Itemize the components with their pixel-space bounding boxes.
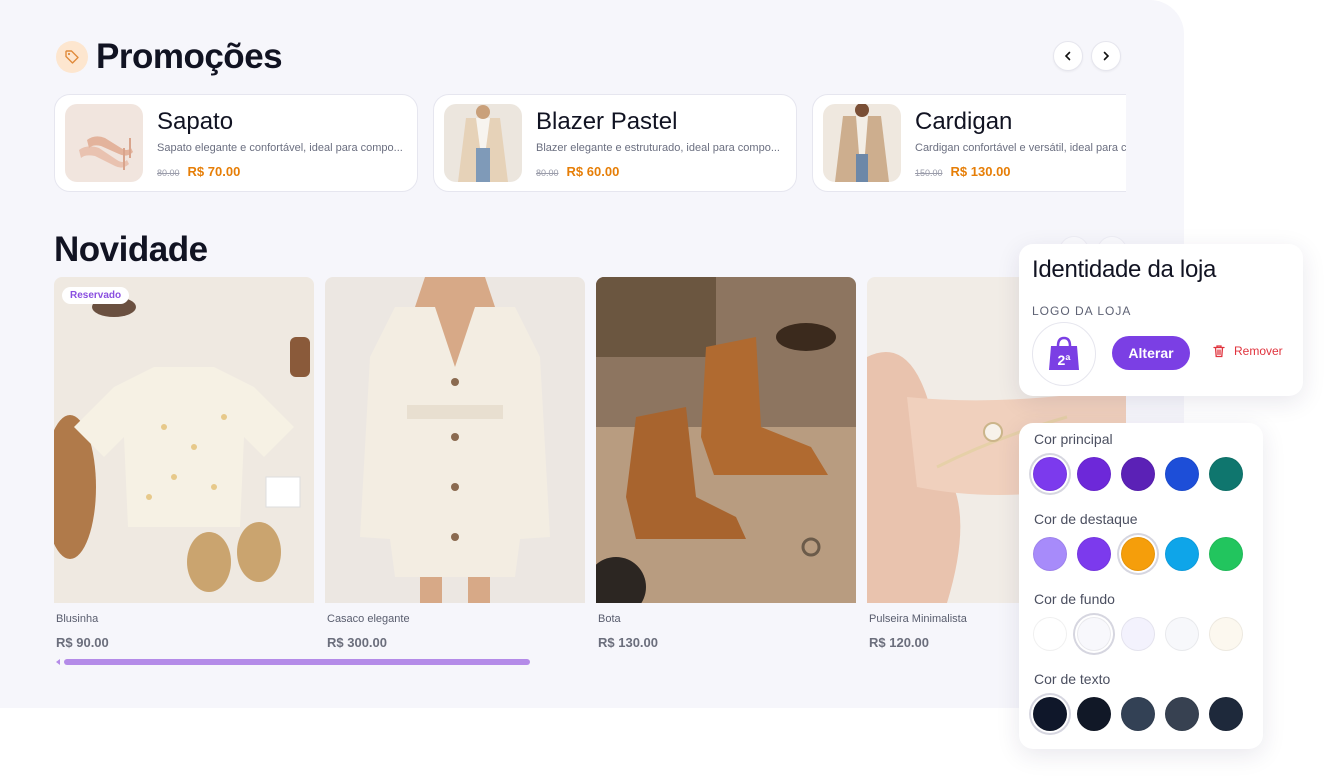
- promotions-carousel[interactable]: Sapato Sapato elegante e confortável, id…: [54, 94, 1126, 194]
- promotions-prev-button[interactable]: [1053, 41, 1083, 71]
- store-logo: 2ª: [1032, 322, 1096, 386]
- promo-image-cardigan: [823, 104, 901, 182]
- product-name: Blusinha: [56, 613, 99, 625]
- color-swatch[interactable]: [1165, 537, 1199, 571]
- color-swatch[interactable]: [1209, 457, 1243, 491]
- color-swatch[interactable]: [1209, 617, 1243, 651]
- reserved-badge: Reservado: [62, 287, 130, 304]
- promo-name: Sapato: [157, 107, 234, 135]
- primary-color-swatches: [1033, 457, 1253, 491]
- promo-card[interactable]: Blazer Pastel Blazer elegante e estrutur…: [433, 94, 797, 192]
- new-arrivals-title: Novidade: [54, 230, 208, 269]
- promo-description: Blazer elegante e estruturado, ideal par…: [536, 141, 780, 154]
- accent-color-swatches: [1033, 537, 1253, 571]
- scrollbar-thumb[interactable]: [64, 659, 530, 665]
- color-swatch[interactable]: [1121, 537, 1155, 571]
- shopping-bag-logo-icon: 2ª: [1049, 336, 1079, 370]
- promo-name: Blazer Pastel: [536, 107, 678, 135]
- color-swatch[interactable]: [1077, 457, 1111, 491]
- color-swatch[interactable]: [1077, 697, 1111, 731]
- product-card[interactable]: Bota R$ 130.00: [596, 277, 856, 650]
- promo-price: R$ 130.00: [950, 163, 1011, 179]
- color-swatch[interactable]: [1209, 697, 1243, 731]
- product-card[interactable]: Reservado Blusinha R$ 90.00: [54, 277, 314, 650]
- promo-description: Sapato elegante e confortável, ideal par…: [157, 141, 403, 154]
- promo-old-price: 80.00: [536, 167, 559, 178]
- promo-old-price: 80.00: [157, 167, 180, 178]
- promo-price: R$ 70.00: [187, 163, 241, 179]
- promo-description: Cardigan confortável e versátil, ideal p…: [915, 141, 1126, 154]
- promo-name: Cardigan: [915, 107, 1013, 135]
- promo-card[interactable]: Sapato Sapato elegante e confortável, id…: [54, 94, 418, 192]
- product-price: R$ 130.00: [598, 635, 658, 650]
- background-color-label: Cor de fundo: [1034, 591, 1115, 607]
- trash-icon: [1213, 345, 1225, 358]
- promo-image-sapato: [65, 104, 143, 182]
- background-color-swatches: [1033, 617, 1253, 651]
- store-preview: Promoções Sapato Sapato elegante e confo…: [0, 0, 1184, 708]
- change-logo-button[interactable]: Alterar: [1112, 336, 1190, 370]
- store-identity-panel: Identidade da loja LOGO DA LOJA 2ª Alter…: [1019, 244, 1303, 396]
- scroll-left-arrow-icon[interactable]: [56, 659, 60, 665]
- product-name: Bota: [598, 613, 621, 625]
- promotions-next-button[interactable]: [1091, 41, 1121, 71]
- product-name: Casaco elegante: [327, 613, 410, 625]
- logo-text: 2ª: [1058, 352, 1072, 368]
- logo-label: LOGO DA LOJA: [1032, 304, 1132, 318]
- chevron-right-icon: [1103, 51, 1110, 61]
- product-price: R$ 300.00: [327, 635, 387, 650]
- promo-image-blazer: [444, 104, 522, 182]
- color-swatch[interactable]: [1033, 697, 1067, 731]
- color-swatch[interactable]: [1033, 537, 1067, 571]
- promo-old-price: 150.00: [915, 167, 943, 178]
- product-price: R$ 90.00: [56, 635, 109, 650]
- color-swatch[interactable]: [1121, 457, 1155, 491]
- accent-color-label: Cor de destaque: [1034, 511, 1138, 527]
- color-swatch[interactable]: [1121, 697, 1155, 731]
- color-swatch[interactable]: [1165, 457, 1199, 491]
- product-image-bota: [596, 277, 856, 603]
- product-card[interactable]: Casaco elegante R$ 300.00: [325, 277, 585, 650]
- promotions-header: Promoções: [56, 36, 283, 78]
- product-image-casaco: [325, 277, 585, 603]
- color-settings-panel: Cor principal Cor de destaque Cor de fun…: [1019, 423, 1263, 749]
- tag-icon: [56, 41, 88, 73]
- identity-title: Identidade da loja: [1032, 256, 1217, 283]
- color-swatch[interactable]: [1165, 617, 1199, 651]
- promo-card[interactable]: Cardigan Cardigan confortável e versátil…: [812, 94, 1126, 192]
- color-swatch[interactable]: [1077, 617, 1111, 651]
- primary-color-label: Cor principal: [1034, 431, 1113, 447]
- color-swatch[interactable]: [1033, 457, 1067, 491]
- chevron-left-icon: [1064, 51, 1071, 61]
- promotions-title: Promoções: [96, 37, 283, 76]
- text-color-swatches: [1033, 697, 1253, 731]
- promo-price: R$ 60.00: [566, 163, 620, 179]
- remove-logo-button[interactable]: Remover: [1212, 344, 1283, 358]
- remove-label: Remover: [1234, 344, 1283, 358]
- color-swatch[interactable]: [1121, 617, 1155, 651]
- color-swatch[interactable]: [1209, 537, 1243, 571]
- color-swatch[interactable]: [1033, 617, 1067, 651]
- color-swatch[interactable]: [1165, 697, 1199, 731]
- carousel-scrollbar[interactable]: [56, 659, 530, 665]
- text-color-label: Cor de texto: [1034, 671, 1111, 687]
- product-image-blusinha: Reservado: [54, 277, 314, 603]
- new-arrivals-carousel[interactable]: Reservado Blusinha R$ 90.00 Casaco elega…: [54, 277, 1126, 657]
- color-swatch[interactable]: [1077, 537, 1111, 571]
